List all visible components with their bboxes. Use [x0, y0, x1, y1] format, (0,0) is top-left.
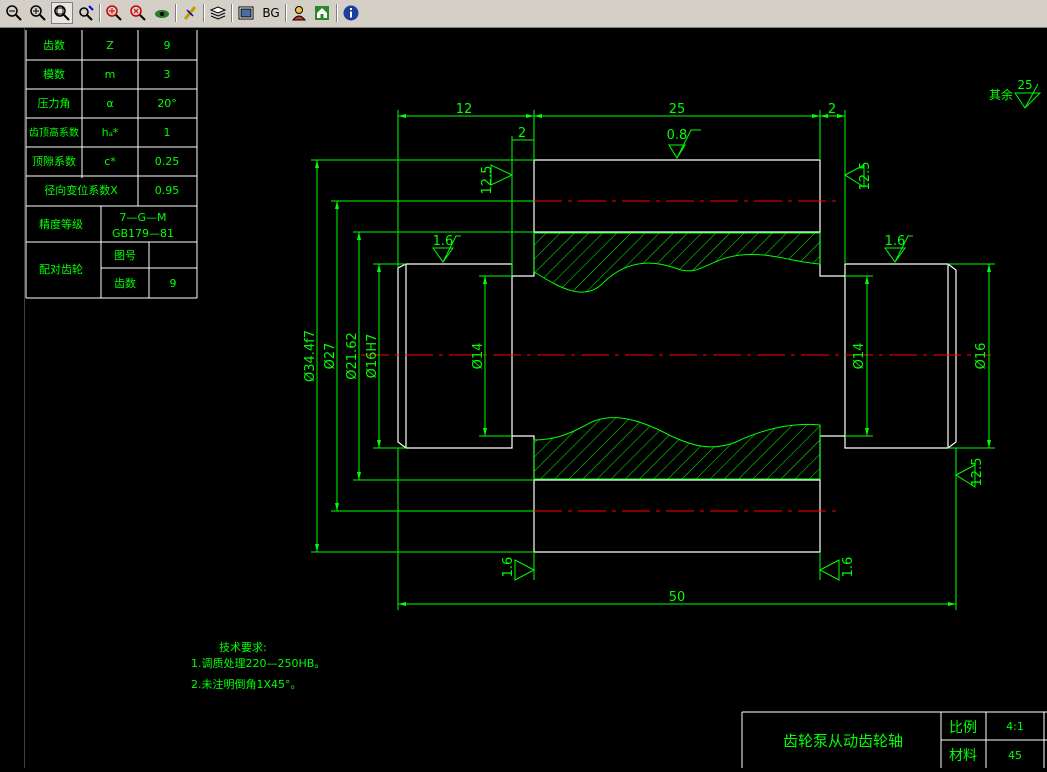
row-value-shift: 0.95	[155, 184, 180, 197]
tech-req-line-2: 2.未注明倒角1X45°。	[191, 677, 302, 691]
dim-dia-21: Ø21.62	[345, 332, 360, 379]
measure-icon[interactable]	[179, 2, 201, 24]
zoom-realtime-icon[interactable]	[75, 2, 97, 24]
row-value-clearance: 0.25	[155, 155, 180, 168]
surface-note-value: 25	[1017, 78, 1032, 92]
scale-label: 比例	[949, 720, 977, 736]
rough-12-5-lower: 12.5	[970, 458, 985, 487]
rough-12-5-left: 12.5	[480, 166, 495, 195]
row-value-mating-teeth: 9	[170, 277, 177, 290]
row-symbol-teeth: Z	[106, 39, 114, 52]
dim-dia-14-right: Ø14	[852, 343, 867, 370]
row-label-teeth: 齿数	[43, 39, 65, 52]
part-name: 齿轮泵从动齿轮轴	[783, 732, 903, 750]
row-symbol-clearance: c*	[104, 155, 116, 168]
rough-1-6-bottom-left: 1.6	[501, 557, 516, 578]
tech-req-line-1: 1.调质处理220—250HB。	[191, 657, 325, 670]
home-icon[interactable]	[311, 2, 333, 24]
material-label: 材料	[949, 748, 977, 764]
row-symbol-addendum: hₐ*	[102, 126, 119, 139]
row-symbol-pressure-angle: α	[106, 97, 113, 110]
dim-dia-27: Ø27	[323, 343, 338, 370]
row-label-drawing-no: 图号	[114, 249, 136, 262]
rough-12-5-right: 12.5	[858, 162, 873, 191]
row-value-precision-1: 7—G—M	[119, 211, 166, 224]
tech-req-title: 技术要求:	[219, 641, 267, 654]
material-value: 45	[1008, 749, 1022, 762]
row-label-pressure-angle: 压力角	[38, 97, 71, 110]
dim-dia-34: Ø34.4f7	[303, 330, 318, 382]
pan-icon[interactable]	[103, 2, 125, 24]
dim-2-right: 2	[828, 102, 836, 117]
row-value-teeth: 9	[164, 39, 171, 52]
drawing-svg: 齿数 Z 9 模数 m 3 压力角 α 20° 齿顶高系数 hₐ* 1 顶隙系数…	[25, 30, 1047, 768]
rough-0-8: 0.8	[667, 128, 688, 143]
dim-dia-16: Ø16	[974, 343, 989, 370]
dim-dia-16h7: Ø16H7	[365, 334, 380, 379]
bg-toggle-button[interactable]: BG	[259, 2, 283, 24]
dimension-lines	[311, 110, 995, 610]
row-label-module: 模数	[43, 68, 65, 81]
row-label-clearance: 顶隙系数	[32, 154, 76, 168]
dim-dia-14-left: Ø14	[471, 343, 486, 370]
toolbar: BG	[0, 0, 1047, 28]
background-icon[interactable]	[235, 2, 257, 24]
user-icon[interactable]	[288, 2, 310, 24]
zoom-in-icon[interactable]	[27, 2, 49, 24]
row-symbol-module: m	[105, 68, 116, 81]
info-icon[interactable]	[340, 2, 362, 24]
surface-note-label: 其余	[989, 87, 1013, 102]
rough-1-6-left: 1.6	[433, 234, 454, 249]
dim-50: 50	[669, 590, 686, 605]
bg-label: BG	[262, 6, 280, 20]
row-label-addendum: 齿顶高系数	[29, 126, 79, 139]
layers-icon[interactable]	[207, 2, 229, 24]
row-label-shift: 径向变位系数X	[44, 183, 118, 197]
view-icon[interactable]	[151, 2, 173, 24]
dimension-arrows	[315, 114, 991, 606]
dim-25: 25	[669, 102, 686, 117]
zoom-window-icon[interactable]	[51, 2, 73, 24]
rough-1-6-right: 1.6	[885, 234, 906, 249]
rough-1-6-bottom-right: 1.6	[841, 557, 856, 578]
hatched-section	[533, 232, 821, 480]
row-value-precision-2: GB179—81	[112, 227, 174, 240]
scale-value: 4:1	[1006, 720, 1024, 733]
zoom-out-icon[interactable]	[3, 2, 25, 24]
surface-finish-note: 其余 25	[989, 78, 1042, 109]
zoom-extents-icon[interactable]	[127, 2, 149, 24]
row-value-addendum: 1	[164, 126, 171, 139]
dim-12: 12	[456, 102, 473, 117]
row-label-precision: 精度等级	[39, 217, 83, 231]
row-label-mating-teeth: 齿数	[114, 277, 136, 290]
row-value-module: 3	[164, 68, 171, 81]
dim-2-left: 2	[518, 126, 526, 141]
drawing-canvas[interactable]: 齿数 Z 9 模数 m 3 压力角 α 20° 齿顶高系数 hₐ* 1 顶隙系数…	[24, 28, 1047, 768]
tech-requirements: 技术要求: 1.调质处理220—250HB。 2.未注明倒角1X45°。	[191, 641, 325, 691]
row-label-mating: 配对齿轮	[39, 262, 83, 276]
row-value-pressure-angle: 20°	[157, 97, 177, 110]
